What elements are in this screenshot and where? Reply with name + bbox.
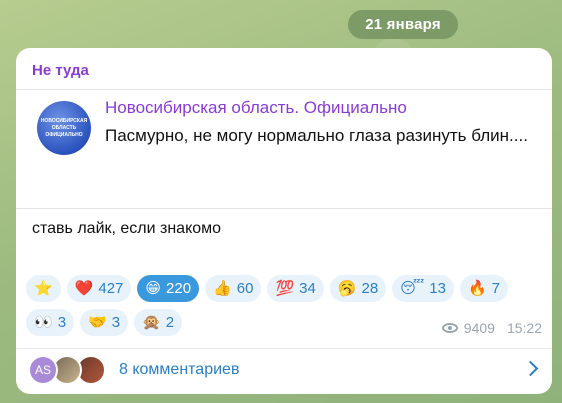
reaction-chip[interactable]: 👀 3	[26, 309, 75, 336]
date-separator: 21 января	[348, 10, 458, 39]
reaction-chip[interactable]: 😁 220	[137, 275, 200, 302]
reaction-count: 28	[361, 280, 379, 297]
channel-avatar[interactable]: НОВОСИБИРСКАЯ ОБЛАСТЬ ОФИЦИАЛЬНО	[37, 101, 91, 155]
reaction-chip[interactable]: ❤️ 427	[66, 275, 132, 302]
comments-link[interactable]: 8 комментариев	[119, 361, 239, 379]
message-meta: 9409 15:22	[441, 320, 542, 336]
reaction-count: 60	[236, 280, 254, 297]
reaction-emoji-icon: 💯	[275, 280, 295, 297]
reaction-count: 13	[429, 280, 446, 297]
reaction-count: 3	[57, 314, 67, 331]
reaction-chip[interactable]: ⭐	[26, 275, 61, 302]
views-count: 9409	[463, 320, 495, 336]
reaction-chip[interactable]: 🥱 28	[329, 275, 387, 302]
quoted-text: Пасмурно, не могу нормально глаза разину…	[105, 126, 528, 145]
reaction-count: 7	[491, 280, 500, 297]
reaction-count: 220	[166, 280, 192, 297]
reaction-emoji-icon: ❤️	[74, 280, 94, 297]
reaction-emoji-icon: 🔥	[467, 280, 487, 297]
reaction-count: 2	[165, 314, 175, 331]
reaction-emoji-icon: 😴	[400, 280, 425, 297]
reaction-chip[interactable]: 💯 34	[267, 275, 324, 302]
reaction-chip[interactable]: 🤝 3	[80, 309, 129, 336]
message-bubble[interactable]: Не туда НОВОСИБИРСКАЯ ОБЛАСТЬ ОФИЦИАЛЬНО…	[16, 48, 552, 394]
reaction-chip[interactable]: 🙊 2	[134, 309, 183, 336]
reaction-emoji-icon: 🙊	[142, 314, 161, 331]
reaction-emoji-icon: 👍	[213, 280, 232, 297]
reaction-chip[interactable]: 🔥 7	[459, 275, 508, 302]
chevron-right-icon[interactable]	[522, 360, 539, 377]
reaction-emoji-icon: ⭐	[34, 280, 53, 297]
views-icon	[441, 323, 458, 333]
quoted-channel-name[interactable]: Новосибирская область. Официально	[105, 98, 407, 118]
quoted-post[interactable]: НОВОСИБИРСКАЯ ОБЛАСТЬ ОФИЦИАЛЬНО Новосиб…	[16, 89, 552, 209]
reaction-emoji-icon: 😁	[145, 280, 162, 297]
reaction-count: 34	[299, 280, 316, 297]
message-time: 15:22	[506, 320, 542, 336]
reaction-chip[interactable]: 😴 13	[392, 275, 454, 302]
message-text: ставь лайк, если знакомо	[32, 220, 222, 237]
reply-header[interactable]: Не туда	[32, 62, 89, 79]
reaction-emoji-icon: 🥱	[337, 280, 357, 297]
reaction-count: 427	[98, 280, 124, 297]
reaction-chip[interactable]: 👍 60	[205, 275, 262, 302]
comments-footer[interactable]: AS 8 комментариев	[16, 348, 552, 395]
reaction-emoji-icon: 🤝	[88, 314, 107, 331]
reaction-emoji-icon: 👀	[34, 314, 53, 331]
reaction-count: 3	[111, 314, 121, 331]
commenter-avatar: AS	[28, 355, 58, 385]
